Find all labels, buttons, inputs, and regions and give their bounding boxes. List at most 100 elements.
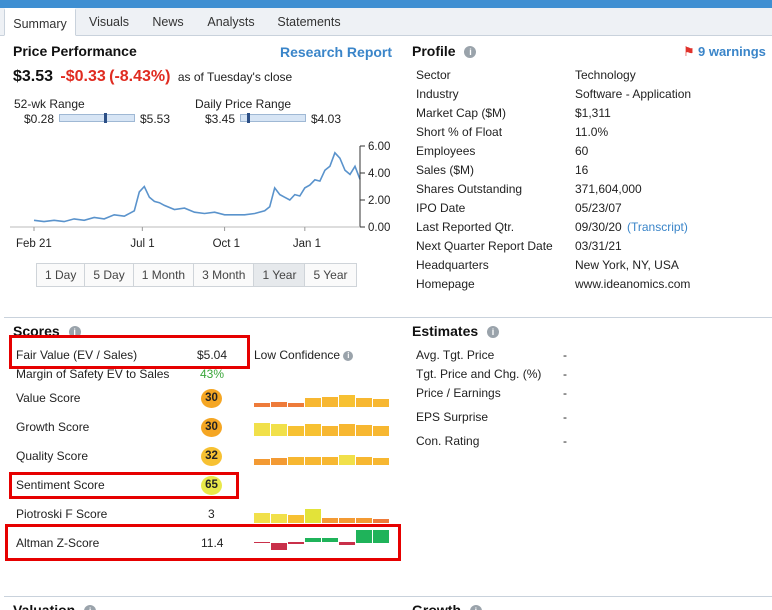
tab-news[interactable]: News: [142, 8, 194, 36]
period-1-year[interactable]: 1 Year: [254, 264, 306, 286]
estimate-value: -: [563, 348, 567, 362]
profile-value: Technology: [575, 68, 636, 82]
highlight-altman-z: [5, 524, 401, 561]
daily-range-bar: [240, 113, 306, 123]
tab-analysts[interactable]: Analysts: [198, 8, 264, 36]
profile-value: 03/31/21: [575, 239, 622, 253]
profile-label: Next Quarter Report Date: [416, 239, 553, 253]
period-1-day[interactable]: 1 Day: [37, 264, 86, 286]
margin-of-safety-label: Margin of Safety EV to Sales: [16, 367, 170, 381]
tab-bar: Summary Visuals News Analysts Statements: [0, 8, 772, 36]
x-tick-label: Jul 1: [130, 238, 154, 250]
period-1-month[interactable]: 1 Month: [133, 264, 195, 286]
profile-value: 16: [575, 163, 589, 177]
score-history-bar: [356, 518, 372, 523]
score-value: 3: [208, 507, 215, 521]
x-tick-label: Feb 21: [16, 238, 52, 250]
estimate-value: -: [563, 410, 567, 424]
confidence-label: Low Confidence i: [254, 348, 354, 362]
score-history-bar: [271, 514, 287, 523]
profile-label: Market Cap ($M): [416, 106, 507, 120]
profile-value: 60: [575, 144, 589, 158]
score-history-bar: [254, 459, 270, 465]
daily-high: $4.03: [311, 112, 342, 126]
price-line: [33, 151, 361, 223]
flag-icon: ⚑: [683, 44, 695, 59]
score-history-bar: [322, 457, 338, 465]
estimate-label: Con. Rating: [416, 434, 480, 448]
tab-statements[interactable]: Statements: [268, 8, 350, 36]
current-price: $3.53: [13, 68, 54, 85]
profile-value: 09/30/20: [575, 220, 622, 234]
profile-value: $1,311: [575, 106, 611, 120]
info-icon[interactable]: i: [464, 46, 477, 58]
score-label: Value Score: [16, 391, 81, 405]
x-tick-label: Oct 1: [213, 238, 240, 250]
score-badge: 30: [201, 418, 222, 437]
score-history-chart: [254, 385, 394, 407]
estimates-title-text: Estimates: [412, 323, 479, 339]
score-label: Piotroski F Score: [16, 507, 108, 521]
score-history-bar: [271, 458, 287, 465]
score-history-bar: [373, 426, 389, 436]
transcript-link[interactable]: (Transcript): [627, 220, 688, 234]
daily-range-marker: [247, 113, 250, 123]
score-label: Quality Score: [16, 449, 89, 463]
profile-value: Software - Application: [575, 87, 692, 101]
score-history-bar: [356, 398, 372, 407]
profile-label: Headquarters: [416, 258, 489, 272]
score-badge: 30: [201, 389, 222, 408]
price-change-close-paren: ): [165, 68, 171, 85]
highlight-fair-value: [9, 335, 250, 369]
info-icon[interactable]: i: [487, 326, 500, 338]
daily-range-label: Daily Price Range: [195, 97, 292, 111]
score-history-bar: [288, 403, 304, 407]
score-history-bar: [254, 423, 270, 436]
highlight-sentiment-score: [9, 472, 239, 499]
y-tick-label: 4.00: [368, 168, 390, 180]
tab-visuals[interactable]: Visuals: [80, 8, 138, 36]
profile-value: 371,604,000: [575, 182, 642, 196]
research-report-link[interactable]: Research Report: [280, 44, 392, 60]
wk52-range-marker: [104, 113, 107, 123]
y-tick-label: 6.00: [368, 141, 390, 153]
price-change: -$0.33: [60, 68, 106, 85]
estimate-label: Avg. Tgt. Price: [416, 348, 495, 362]
homepage-link[interactable]: www.ideanomics.com: [575, 277, 690, 291]
daily-low: $3.45: [205, 112, 236, 126]
warnings-text: 9 warnings: [698, 44, 766, 59]
score-history-bar: [305, 398, 321, 407]
score-history-bar: [339, 424, 355, 436]
score-history-bar: [322, 397, 338, 407]
warnings-link[interactable]: ⚑ 9 warnings: [683, 44, 766, 60]
score-history-bar: [322, 518, 338, 523]
profile-value: 11.0%: [575, 125, 609, 139]
y-tick-label: 0.00: [368, 222, 390, 234]
estimate-value: -: [563, 386, 567, 400]
profile-label: Industry: [416, 87, 459, 101]
score-history-bar: [254, 403, 270, 407]
score-history-bar: [254, 513, 270, 523]
profile-label: IPO Date: [416, 201, 466, 215]
estimate-label: EPS Surprise: [416, 410, 489, 424]
info-icon[interactable]: i: [469, 605, 482, 610]
period-5-year[interactable]: 5 Year: [305, 264, 356, 286]
estimate-value: -: [563, 434, 567, 448]
wk52-high: $5.53: [140, 112, 171, 126]
score-history-bar: [288, 426, 304, 436]
score-history-bar: [305, 509, 321, 523]
profile-label: Homepage: [416, 277, 475, 291]
profile-label: Employees: [416, 144, 476, 158]
profile-label: Short % of Float: [416, 125, 503, 139]
profile-title-text: Profile: [412, 43, 456, 59]
score-history-bar: [356, 425, 372, 436]
score-badge: 32: [201, 447, 222, 466]
period-5-day[interactable]: 5 Day: [85, 264, 134, 286]
period-3-month[interactable]: 3 Month: [194, 264, 255, 286]
tab-summary[interactable]: Summary: [4, 8, 76, 36]
score-history-bar: [339, 518, 355, 523]
score-history-bar: [339, 455, 355, 465]
info-icon[interactable]: i: [343, 351, 354, 361]
info-icon[interactable]: i: [84, 605, 97, 610]
score-history-bar: [339, 395, 355, 407]
